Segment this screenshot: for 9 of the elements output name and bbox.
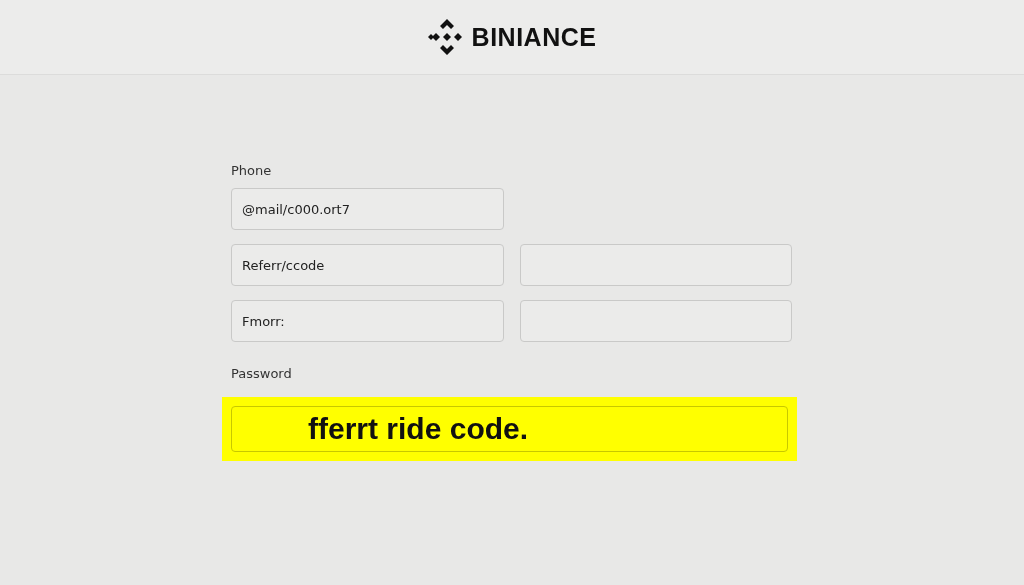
input-field[interactable]: Referr/ccode [231, 244, 504, 286]
password-field[interactable]: fferrt ride code. [231, 406, 788, 452]
logo-text: BINIANCE [471, 22, 597, 52]
field-label: Phone [231, 163, 272, 178]
input-field[interactable] [519, 244, 792, 286]
input-field[interactable]: Fmorr: [231, 300, 504, 342]
field-label: Password [231, 366, 292, 381]
input-field[interactable]: @mail/c000.ort7 [231, 188, 504, 230]
input-field[interactable] [519, 300, 792, 342]
